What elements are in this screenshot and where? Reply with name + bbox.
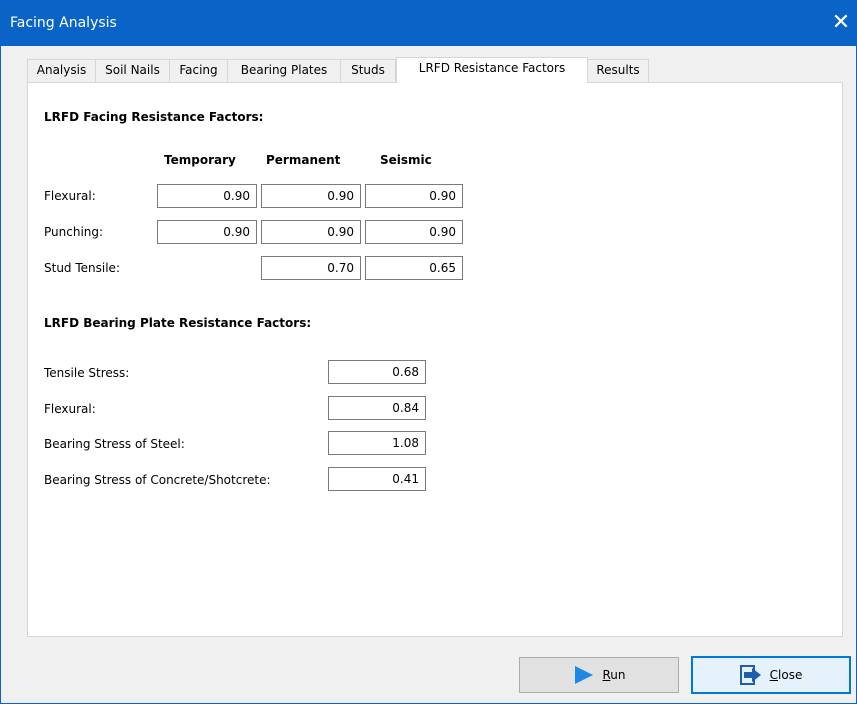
exit-door-icon xyxy=(739,665,762,685)
stud-tensile-seismic-field[interactable]: 0.65 xyxy=(365,256,463,280)
row-label-bearing-stress-concrete: Bearing Stress of Concrete/Shotcrete: xyxy=(44,473,271,487)
column-header-temporary: Temporary xyxy=(164,153,236,167)
tab-label: Studs xyxy=(351,63,385,77)
close-button-label: Close xyxy=(769,668,803,682)
bearing-flexural-field[interactable]: 0.84 xyxy=(328,396,426,420)
tab-studs[interactable]: Studs xyxy=(340,59,396,82)
tab-results[interactable]: Results xyxy=(587,59,649,82)
bearing-plate-factors-heading: LRFD Bearing Plate Resistance Factors: xyxy=(44,316,312,330)
row-label-bearing-stress-steel: Bearing Stress of Steel: xyxy=(44,437,185,451)
tab-analysis[interactable]: Analysis xyxy=(27,59,96,82)
tab-label: Results xyxy=(596,63,640,77)
play-arrow-icon xyxy=(572,665,594,685)
tab-soil-nails[interactable]: Soil Nails xyxy=(95,59,170,82)
tab-label: LRFD Resistance Factors xyxy=(418,61,566,75)
tab-label: Facing xyxy=(179,63,218,77)
tab-facing[interactable]: Facing xyxy=(169,59,228,82)
title-bar: Facing Analysis ✕ xyxy=(0,0,857,46)
column-header-permanent: Permanent xyxy=(266,153,341,167)
flexural-temporary-field[interactable]: 0.90 xyxy=(157,184,257,208)
stud-tensile-permanent-field[interactable]: 0.70 xyxy=(261,256,361,280)
tab-lrfd-resistance-factors[interactable]: LRFD Resistance Factors xyxy=(396,57,588,83)
punching-temporary-field[interactable]: 0.90 xyxy=(157,220,257,244)
bearing-stress-concrete-field[interactable]: 0.41 xyxy=(328,467,426,491)
tab-bearing-plates[interactable]: Bearing Plates xyxy=(227,59,341,82)
row-label-bearing-flexural: Flexural: xyxy=(44,402,96,416)
tab-label: Soil Nails xyxy=(105,63,160,77)
row-label-flexural: Flexural: xyxy=(44,189,96,203)
run-button-label: Run xyxy=(602,668,626,682)
row-label-stud-tensile: Stud Tensile: xyxy=(44,261,120,275)
flexural-permanent-field[interactable]: 0.90 xyxy=(261,184,361,208)
punching-permanent-field[interactable]: 0.90 xyxy=(261,220,361,244)
tab-label: Bearing Plates xyxy=(240,63,328,77)
tab-panel xyxy=(27,82,843,637)
punching-seismic-field[interactable]: 0.90 xyxy=(365,220,463,244)
flexural-seismic-field[interactable]: 0.90 xyxy=(365,184,463,208)
column-header-seismic: Seismic xyxy=(380,153,432,167)
close-window-icon[interactable]: ✕ xyxy=(826,8,856,38)
tensile-stress-field[interactable]: 0.68 xyxy=(328,360,426,384)
facing-factors-heading: LRFD Facing Resistance Factors: xyxy=(44,110,264,124)
close-button[interactable]: Close xyxy=(691,656,851,694)
row-label-tensile-stress: Tensile Stress: xyxy=(44,366,130,380)
window-title: Facing Analysis xyxy=(10,15,117,31)
row-label-punching: Punching: xyxy=(44,225,104,239)
tab-label: Analysis xyxy=(36,63,87,77)
bearing-stress-steel-field[interactable]: 1.08 xyxy=(328,431,426,455)
run-button[interactable]: Run xyxy=(519,657,679,693)
